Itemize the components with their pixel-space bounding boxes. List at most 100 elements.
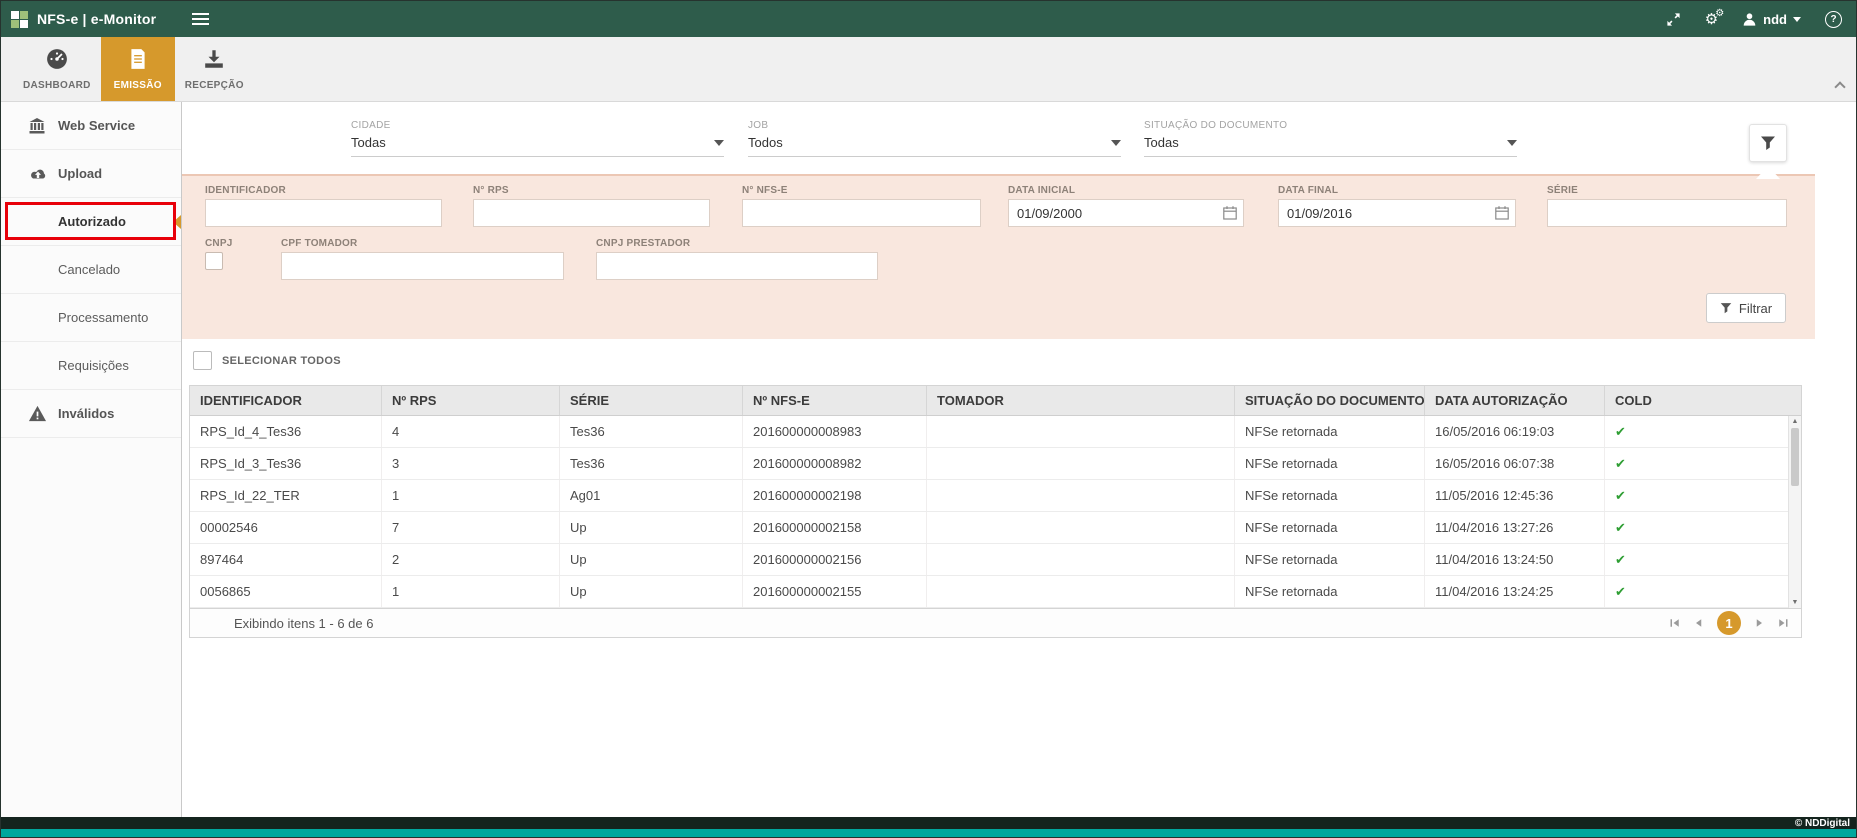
cell-serie: Up bbox=[560, 576, 743, 607]
table-row[interactable]: 8974642Up201600000002156NFSe retornada11… bbox=[190, 544, 1801, 576]
table-row[interactable]: RPS_Id_4_Tes364Tes36201600000008983NFSe … bbox=[190, 416, 1801, 448]
cnpj-checkbox[interactable] bbox=[205, 252, 223, 270]
header-tomador[interactable]: TOMADOR bbox=[927, 386, 1235, 415]
fullscreen-icon[interactable] bbox=[1666, 12, 1681, 27]
calendar-icon[interactable] bbox=[1494, 205, 1510, 226]
serie-input[interactable] bbox=[1547, 199, 1787, 227]
scroll-thumb[interactable] bbox=[1791, 428, 1799, 486]
cell-tomador bbox=[927, 448, 1235, 479]
first-page-button[interactable] bbox=[1669, 617, 1681, 629]
cold-check-icon: ✔ bbox=[1605, 512, 1801, 543]
header-cold[interactable]: COLD bbox=[1605, 386, 1801, 415]
chevron-down-icon bbox=[1507, 140, 1517, 146]
n-rps-input[interactable] bbox=[473, 199, 710, 227]
panel-notch bbox=[1756, 166, 1780, 179]
chevron-down-icon bbox=[714, 140, 724, 146]
calendar-icon[interactable] bbox=[1222, 205, 1238, 226]
header-n-nfse[interactable]: Nº NFS-E bbox=[743, 386, 927, 415]
table-row[interactable]: 000025467Up201600000002158NFSe retornada… bbox=[190, 512, 1801, 544]
header-serie[interactable]: SÉRIE bbox=[560, 386, 743, 415]
header-n-rps[interactable]: Nº RPS bbox=[382, 386, 560, 415]
cold-check-icon: ✔ bbox=[1605, 480, 1801, 511]
settings-gears-icon[interactable]: ⚙⚙ bbox=[1705, 12, 1718, 27]
table-row[interactable]: RPS_Id_22_TER1Ag01201600000002198NFSe re… bbox=[190, 480, 1801, 512]
help-icon[interactable]: ? bbox=[1825, 11, 1842, 28]
identificador-input[interactable] bbox=[205, 199, 442, 227]
cell-identificador: RPS_Id_3_Tes36 bbox=[190, 448, 382, 479]
chevron-down-icon bbox=[1111, 140, 1121, 146]
sidebar-item-label: Autorizado bbox=[58, 214, 126, 229]
select-all-checkbox[interactable] bbox=[193, 351, 212, 370]
situacao-label: SITUAÇÃO DO DOCUMENTO bbox=[1144, 120, 1517, 131]
cell-situacao_documento: NFSe retornada bbox=[1235, 576, 1425, 607]
previous-page-button[interactable] bbox=[1693, 617, 1705, 629]
situacao-documento-select[interactable]: SITUAÇÃO DO DOCUMENTO Todas bbox=[1144, 120, 1517, 157]
bank-icon bbox=[28, 117, 48, 135]
cell-tomador bbox=[927, 512, 1235, 543]
cpf-tomador-input[interactable] bbox=[281, 252, 564, 280]
cold-check-icon: ✔ bbox=[1605, 416, 1801, 447]
tab-recepcao[interactable]: RECEPÇÃO bbox=[175, 37, 254, 101]
table-footer: Exibindo itens 1 - 6 de 6 1 bbox=[190, 608, 1801, 637]
user-menu[interactable]: ndd bbox=[1742, 12, 1801, 27]
sidebar-item-invalidos[interactable]: Inválidos bbox=[1, 390, 181, 438]
header-data-autorizacao[interactable]: DATA AUTORIZAÇÃO bbox=[1425, 386, 1605, 415]
sidebar-item-upload[interactable]: Upload bbox=[1, 150, 181, 198]
last-page-button[interactable] bbox=[1777, 617, 1789, 629]
tab-emissao[interactable]: EMISSÃO bbox=[101, 37, 175, 101]
cell-situacao_documento: NFSe retornada bbox=[1235, 448, 1425, 479]
sidebar-item-processamento[interactable]: Processamento bbox=[1, 294, 181, 342]
cell-situacao_documento: NFSe retornada bbox=[1235, 512, 1425, 543]
sidebar-item-label: Requisições bbox=[58, 358, 129, 373]
cnpj-prestador-input[interactable] bbox=[596, 252, 878, 280]
n-rps-label: N° RPS bbox=[473, 185, 509, 196]
data-final-input[interactable] bbox=[1278, 199, 1516, 227]
cold-check-icon: ✔ bbox=[1605, 448, 1801, 479]
statusbar: © NDDigital bbox=[1, 817, 1856, 829]
document-icon bbox=[127, 48, 149, 75]
data-inicial-input[interactable] bbox=[1008, 199, 1244, 227]
dashboard-gauge-icon bbox=[46, 48, 68, 75]
tab-dashboard[interactable]: DASHBOARD bbox=[13, 37, 101, 101]
copyright-text: © NDDigital bbox=[1795, 818, 1850, 829]
n-nfse-input[interactable] bbox=[742, 199, 981, 227]
scroll-up-icon[interactable]: ▲ bbox=[1789, 416, 1801, 427]
table-header: IDENTIFICADOR Nº RPS SÉRIE Nº NFS-E TOMA… bbox=[190, 386, 1801, 416]
bottom-accent-line bbox=[1, 829, 1856, 837]
filtrar-button-label: Filtrar bbox=[1739, 301, 1772, 316]
user-icon bbox=[1742, 12, 1757, 27]
sidebar-item-requisicoes[interactable]: Requisições bbox=[1, 342, 181, 390]
cidade-select[interactable]: CIDADE Todas bbox=[351, 120, 724, 157]
current-page-button[interactable]: 1 bbox=[1717, 611, 1741, 635]
header-situacao-documento[interactable]: SITUAÇÃO DO DOCUMENTO bbox=[1235, 386, 1425, 415]
header-identificador[interactable]: IDENTIFICADOR bbox=[190, 386, 382, 415]
table-scrollbar[interactable]: ▲ ▼ bbox=[1788, 416, 1801, 608]
funnel-icon bbox=[1720, 302, 1732, 314]
job-select[interactable]: JOB Todos bbox=[748, 120, 1121, 157]
situacao-value: Todas bbox=[1144, 135, 1179, 150]
table-row[interactable]: 00568651Up201600000002155NFSe retornada1… bbox=[190, 576, 1801, 608]
collapse-toolbar-icon[interactable] bbox=[1834, 81, 1845, 92]
next-page-button[interactable] bbox=[1753, 617, 1765, 629]
filter-toggle-button[interactable] bbox=[1749, 124, 1787, 162]
menu-icon[interactable] bbox=[192, 10, 209, 28]
cell-n_rps: 2 bbox=[382, 544, 560, 575]
cell-data_autorizacao: 16/05/2016 06:07:38 bbox=[1425, 448, 1605, 479]
sidebar-item-autorizado[interactable]: Autorizado bbox=[1, 198, 181, 246]
cell-n_rps: 1 bbox=[382, 576, 560, 607]
pagination: 1 bbox=[1669, 611, 1789, 635]
main-content: CIDADE Todas JOB Todos SITUAÇÃO DO DOCUM… bbox=[182, 102, 1856, 817]
cell-data_autorizacao: 11/04/2016 13:24:50 bbox=[1425, 544, 1605, 575]
cell-n_nfse: 201600000008982 bbox=[743, 448, 927, 479]
chevron-down-icon bbox=[1793, 17, 1801, 22]
table-body: RPS_Id_4_Tes364Tes36201600000008983NFSe … bbox=[190, 416, 1801, 608]
cell-serie: Ag01 bbox=[560, 480, 743, 511]
sidebar-item-web-service[interactable]: Web Service bbox=[1, 102, 181, 150]
sidebar-item-cancelado[interactable]: Cancelado bbox=[1, 246, 181, 294]
scroll-down-icon[interactable]: ▼ bbox=[1789, 597, 1801, 608]
cnpj-prestador-label: CNPJ PRESTADOR bbox=[596, 238, 690, 249]
cell-serie: Up bbox=[560, 512, 743, 543]
cell-data_autorizacao: 16/05/2016 06:19:03 bbox=[1425, 416, 1605, 447]
filtrar-button[interactable]: Filtrar bbox=[1706, 293, 1786, 323]
table-row[interactable]: RPS_Id_3_Tes363Tes36201600000008982NFSe … bbox=[190, 448, 1801, 480]
